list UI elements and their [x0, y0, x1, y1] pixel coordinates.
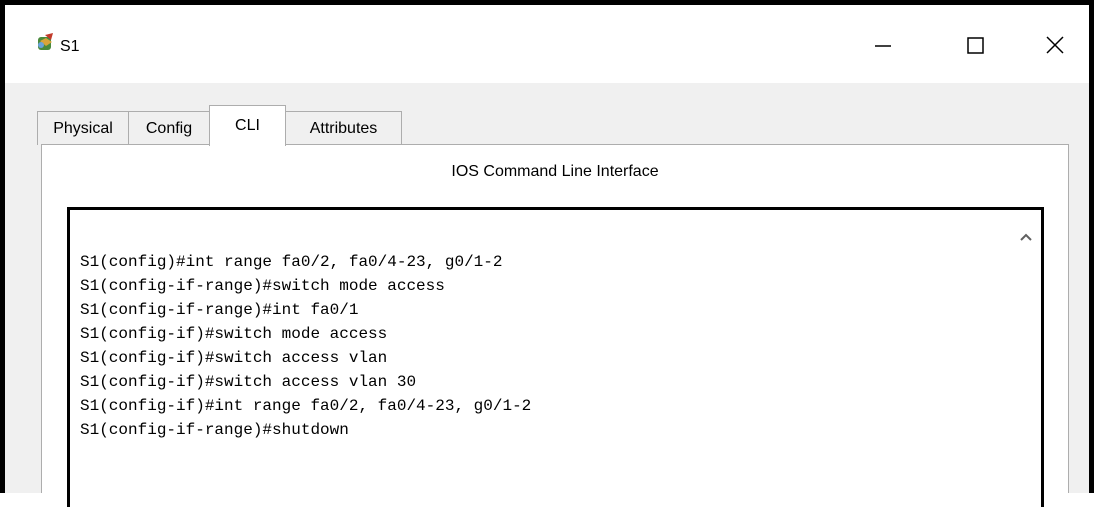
tab-label: Attributes — [309, 119, 378, 137]
tab-attributes[interactable]: Attributes — [285, 111, 402, 145]
cli-line: S1(config-if)#switch mode access — [80, 325, 388, 343]
cli-terminal[interactable]: S1(config)#int range fa0/2, fa0/4-23, g0… — [67, 207, 1044, 507]
scroll-up-arrow-icon[interactable] — [1019, 231, 1033, 245]
cli-output: S1(config)#int range fa0/2, fa0/4-23, g0… — [80, 250, 531, 442]
device-window: S1 Physical Config CLI Attributes IOS Co… — [0, 0, 1094, 507]
close-icon[interactable] — [1031, 25, 1077, 65]
tab-label: CLI — [235, 117, 260, 134]
panel-title: IOS Command Line Interface — [451, 163, 659, 180]
cli-line: S1(config-if-range)#shutdown — [80, 421, 349, 439]
tab-physical[interactable]: Physical — [37, 111, 129, 145]
window-title: S1 — [60, 38, 80, 55]
tab-cli[interactable]: CLI — [209, 105, 286, 146]
tab-config[interactable]: Config — [128, 111, 210, 145]
tab-label: Physical — [53, 119, 113, 137]
cli-line: S1(config-if)#switch access vlan 30 — [80, 373, 417, 391]
maximize-icon[interactable] — [952, 25, 998, 65]
tab-label: Config — [145, 119, 193, 137]
cli-line: S1(config-if-range)#int fa0/1 — [80, 301, 359, 319]
minimize-icon[interactable] — [860, 25, 906, 65]
cli-line: S1(config-if)#switch access vlan — [80, 349, 388, 367]
cli-line: S1(config)#int range fa0/2, fa0/4-23, g0… — [80, 253, 503, 271]
packet-tracer-switch-icon — [38, 33, 53, 50]
cli-line: S1(config-if)#int range fa0/2, fa0/4-23,… — [80, 397, 532, 415]
cli-line: S1(config-if-range)#switch mode access — [80, 277, 445, 295]
title-bar[interactable]: S1 — [5, 5, 1089, 83]
